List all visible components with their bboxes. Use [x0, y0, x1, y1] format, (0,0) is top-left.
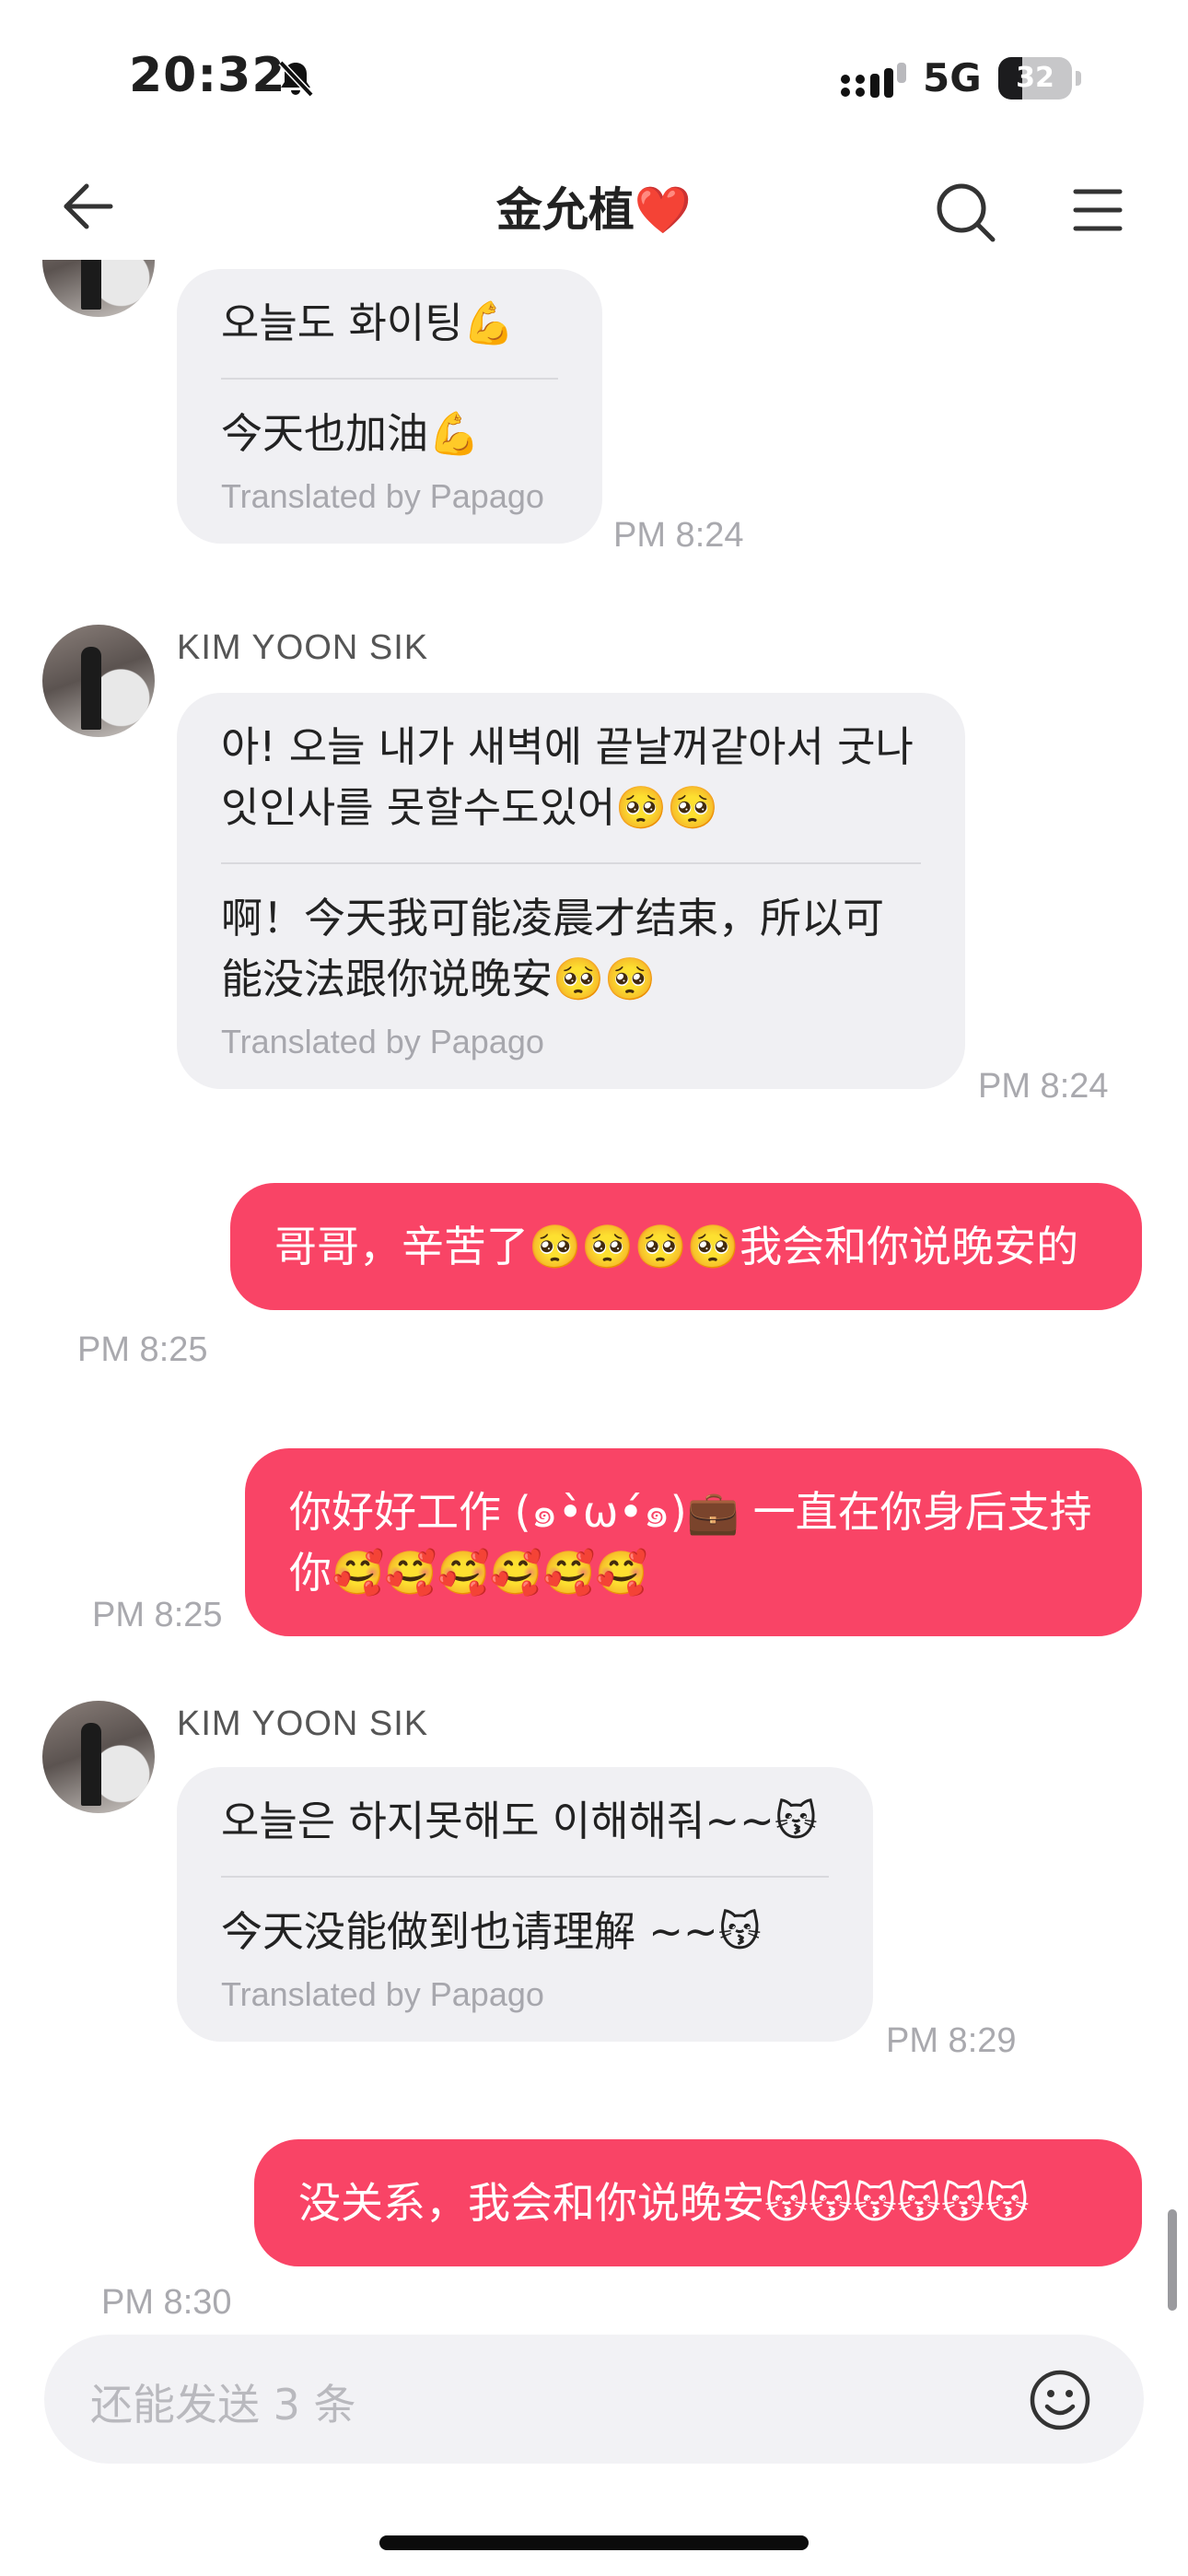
translation-credit: Translated by Papago	[221, 1023, 544, 1060]
message-original-text: 아! 오늘 내가 새벽에 끝날꺼같아서 굿나잇인사를 못할수도있어🥺🥺	[221, 722, 914, 832]
message-translated-text: 今天也加油💪	[221, 409, 481, 458]
avatar[interactable]	[42, 260, 155, 317]
message-timestamp: PM 8:25	[92, 1596, 223, 1634]
search-icon[interactable]	[932, 179, 998, 245]
message-input[interactable]: 还能发送 3 条	[44, 2335, 1144, 2464]
input-placeholder: 还能发送 3 条	[90, 2380, 356, 2430]
message-list[interactable]: 오늘도 화이팅💪 今天也加油💪 Translated by Papago PM …	[0, 260, 1188, 2324]
emoji-icon[interactable]	[1028, 2368, 1092, 2432]
avatar[interactable]	[42, 1701, 155, 1813]
outgoing-message-bubble[interactable]: 没关系，我会和你说晚安😽😽😽😽😽😽	[254, 2139, 1142, 2266]
network-type: 5G	[923, 55, 982, 100]
incoming-message-bubble[interactable]: 오늘은 하지못해도 이해해줘~~😽 今天没能做到也请理解 ~~😽 Transla…	[177, 1767, 873, 2042]
divider	[221, 862, 921, 864]
outgoing-message-bubble[interactable]: 哥哥，辛苦了🥺🥺🥺🥺我会和你说晚安的	[230, 1183, 1142, 1310]
chat-title: 金允植❤️	[495, 183, 693, 237]
bell-slash-icon	[278, 60, 314, 98]
avatar[interactable]	[42, 625, 155, 737]
message-original-text: 오늘도 화이팅💪	[221, 299, 515, 347]
message-timestamp: PM 8:24	[978, 1067, 1109, 1106]
incoming-message-bubble[interactable]: 아! 오늘 내가 새벽에 끝날꺼같아서 굿나잇인사를 못할수도있어🥺🥺 啊！今天…	[177, 693, 965, 1089]
message-original-text: 오늘은 하지못해도 이해해줘~~😽	[221, 1797, 818, 1845]
menu-icon[interactable]	[1072, 184, 1124, 236]
message-timestamp: PM 8:25	[77, 1330, 208, 1369]
incoming-message-bubble[interactable]: 오늘도 화이팅💪 今天也加油💪 Translated by Papago	[177, 269, 602, 544]
scrollbar[interactable]	[1168, 2209, 1177, 2311]
translation-credit: Translated by Papago	[221, 477, 544, 515]
status-bar: 20:32 5G 32	[0, 0, 1188, 157]
sender-name: KIM YOON SIK	[177, 628, 429, 667]
message-timestamp: PM 8:24	[613, 516, 744, 555]
message-translated-text: 今天没能做到也请理解 ~~😽	[221, 1907, 762, 1956]
outgoing-message-bubble[interactable]: 你好好工作 (๑•̀ω•́๑)💼 一直在你身后支持你🥰🥰🥰🥰🥰🥰	[245, 1448, 1142, 1636]
status-time: 20:32	[129, 48, 286, 103]
signal-icon	[841, 63, 906, 98]
message-timestamp: PM 8:30	[101, 2283, 232, 2322]
message-translated-text: 啊！今天我可能凌晨才结束，所以可能没法跟你说晚安🥺🥺	[221, 894, 885, 1003]
battery-icon: 32	[998, 57, 1083, 100]
chat-header: 金允植❤️	[0, 157, 1188, 260]
message-timestamp: PM 8:29	[886, 2021, 1017, 2060]
battery-percent: 32	[1016, 62, 1054, 94]
translation-credit: Translated by Papago	[221, 1975, 544, 2013]
sender-name: KIM YOON SIK	[177, 1704, 429, 1743]
divider	[221, 1876, 829, 1878]
divider	[221, 378, 558, 380]
home-indicator[interactable]	[379, 2535, 809, 2550]
chat-screen: 20:32 5G 32 金允植❤️ 오늘도 화이팅💪 今天也加油💪 Transl…	[0, 0, 1188, 2576]
